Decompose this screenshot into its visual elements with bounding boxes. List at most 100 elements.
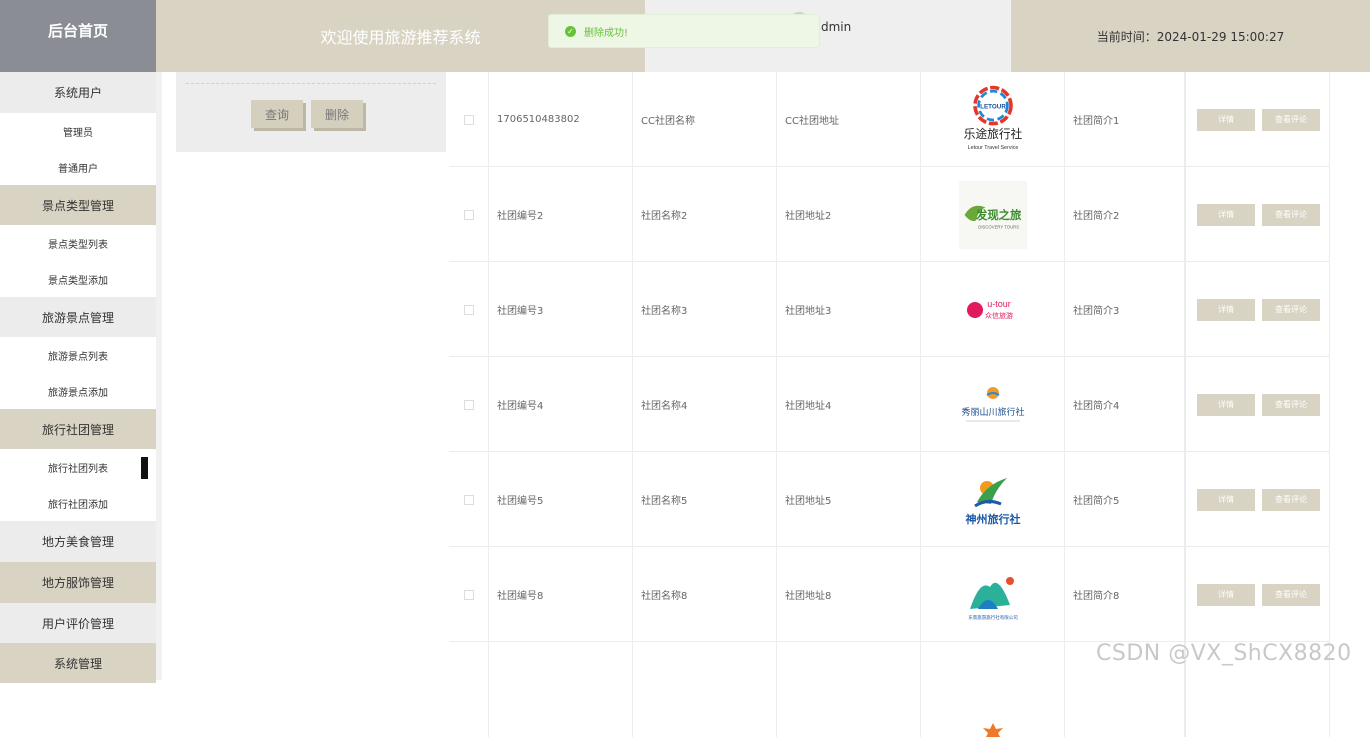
sidebar-scroll-thumb[interactable] bbox=[141, 457, 148, 479]
sidebar-group-local-food[interactable]: 地方美食管理 bbox=[0, 521, 156, 562]
club-name: 社团名称8 bbox=[633, 547, 777, 642]
detail-button[interactable]: 详情 bbox=[1197, 393, 1255, 416]
svg-text:众信旅游: 众信旅游 bbox=[985, 311, 1013, 320]
club-id: 社团编号2 bbox=[489, 167, 633, 262]
view-reviews-button[interactable]: 查看评论 bbox=[1262, 203, 1320, 226]
detail-button[interactable]: 详情 bbox=[1197, 488, 1255, 511]
sidebar-item-attraction-type-add[interactable]: 景点类型添加 bbox=[0, 261, 156, 297]
club-name: CC社团名称 bbox=[633, 72, 777, 167]
row-actions: 详情 查看评论 bbox=[1186, 262, 1330, 357]
row-checkbox[interactable] bbox=[449, 642, 489, 737]
table-row: 1706510483802 CC社团名称 CC社团地址 LETOUR 乐途旅行社… bbox=[449, 72, 1330, 167]
club-desc: 社团简介1 bbox=[1065, 72, 1185, 167]
brand-home-link[interactable]: 后台首页 bbox=[0, 0, 156, 72]
club-desc: 社团简介2 bbox=[1065, 167, 1185, 262]
club-image: 发现之旅 DISCOVERY TOURS bbox=[921, 167, 1065, 262]
toast-message: 删除成功! bbox=[584, 27, 629, 39]
club-address: 社团地址8 bbox=[777, 547, 921, 642]
sidebar-item-attraction-type-list[interactable]: 景点类型列表 bbox=[0, 225, 156, 261]
sidebar-group-local-costume[interactable]: 地方服饰管理 bbox=[0, 562, 156, 603]
check-circle-icon: ✓ bbox=[565, 25, 576, 37]
table-row: 社团编号3 社团名称3 社团地址3 u-tour 众信旅游 社团简介3 详情 查… bbox=[449, 262, 1330, 357]
row-actions: 详情 查看评论 bbox=[1186, 357, 1330, 452]
club-desc: 社团简介4 bbox=[1065, 357, 1185, 452]
club-image bbox=[921, 642, 1065, 737]
query-button[interactable]: 查询 bbox=[251, 100, 303, 128]
svg-text:东景旅游旅行社有限公司: 东景旅游旅行社有限公司 bbox=[968, 614, 1018, 621]
sidebar-group-system-users[interactable]: 系统用户 bbox=[0, 72, 156, 113]
row-checkbox[interactable] bbox=[449, 167, 489, 262]
club-id: 社团编号3 bbox=[489, 262, 633, 357]
row-checkbox[interactable] bbox=[449, 72, 489, 167]
view-reviews-button[interactable]: 查看评论 bbox=[1262, 393, 1320, 416]
mountain-travel-logo: 秀丽山川旅行社 bbox=[957, 369, 1029, 441]
sidebar-group-user-review[interactable]: 用户评价管理 bbox=[0, 603, 156, 643]
view-reviews-button[interactable]: 查看评论 bbox=[1262, 583, 1320, 606]
club-id: 社团编号4 bbox=[489, 357, 633, 452]
sidebar-group-attraction[interactable]: 旅游景点管理 bbox=[0, 297, 156, 337]
discovery-logo: 发现之旅 DISCOVERY TOURS bbox=[957, 179, 1029, 251]
letour-logo: LETOUR 乐途旅行社 Letour Travel Service bbox=[957, 84, 1029, 156]
sidebar-group-attraction-type[interactable]: 景点类型管理 bbox=[0, 185, 156, 225]
sidebar-item-travel-club-list[interactable]: 旅行社团列表 bbox=[0, 449, 156, 485]
success-toast: ✓ 删除成功! bbox=[548, 14, 820, 48]
club-address: 社团地址4 bbox=[777, 357, 921, 452]
row-checkbox[interactable] bbox=[449, 547, 489, 642]
sidebar: 系统用户 管理员 普通用户 景点类型管理 景点类型列表 景点类型添加 旅游景点管… bbox=[0, 72, 156, 683]
club-desc: 社团简介5 bbox=[1065, 452, 1185, 547]
sidebar-group-system-manage[interactable]: 系统管理 bbox=[0, 643, 156, 683]
watermark: CSDN @VX_ShCX8820 bbox=[1096, 641, 1352, 666]
shenzhou-logo: 神州旅行社 bbox=[957, 464, 1029, 536]
view-reviews-button[interactable]: 查看评论 bbox=[1262, 488, 1320, 511]
svg-text:Letour Travel Service: Letour Travel Service bbox=[967, 144, 1018, 150]
view-reviews-button[interactable]: 查看评论 bbox=[1262, 108, 1320, 131]
username: dmin bbox=[821, 20, 852, 34]
sidebar-item-normal-user[interactable]: 普通用户 bbox=[0, 149, 156, 185]
svg-text:LETOUR: LETOUR bbox=[980, 103, 1006, 110]
utour-logo: u-tour 众信旅游 bbox=[957, 274, 1029, 346]
maple-logo bbox=[981, 721, 1005, 737]
club-id: 社团编号8 bbox=[489, 547, 633, 642]
club-image: 东景旅游旅行社有限公司 bbox=[921, 547, 1065, 642]
club-name: 社团名称2 bbox=[633, 167, 777, 262]
divider bbox=[186, 83, 436, 84]
hills-logo: 东景旅游旅行社有限公司 bbox=[957, 559, 1029, 631]
row-checkbox[interactable] bbox=[449, 357, 489, 452]
sidebar-item-attraction-list[interactable]: 旅游景点列表 bbox=[0, 337, 156, 373]
club-id bbox=[489, 642, 633, 737]
sidebar-item-attraction-add[interactable]: 旅游景点添加 bbox=[0, 373, 156, 409]
row-actions: 详情 查看评论 bbox=[1186, 547, 1330, 642]
svg-text:秀丽山川旅行社: 秀丽山川旅行社 bbox=[961, 406, 1024, 418]
row-checkbox[interactable] bbox=[449, 452, 489, 547]
svg-text:神州旅行社: 神州旅行社 bbox=[965, 512, 1020, 526]
club-desc: 社团简介8 bbox=[1065, 547, 1185, 642]
row-checkbox[interactable] bbox=[449, 262, 489, 357]
current-time: 当前时间：2024-01-29 15:00:27 bbox=[1011, 0, 1370, 72]
club-id: 1706510483802 bbox=[489, 72, 633, 167]
search-panel: 查询 删除 bbox=[176, 72, 446, 152]
club-desc: 社团简介3 bbox=[1065, 262, 1185, 357]
svg-text:发现之旅: 发现之旅 bbox=[974, 207, 1021, 221]
sidebar-group-travel-club[interactable]: 旅行社团管理 bbox=[0, 409, 156, 449]
club-id: 社团编号5 bbox=[489, 452, 633, 547]
detail-button[interactable]: 详情 bbox=[1197, 203, 1255, 226]
club-name bbox=[633, 642, 777, 737]
row-actions: 详情 查看评论 bbox=[1186, 452, 1330, 547]
svg-text:u-tour: u-tour bbox=[987, 299, 1011, 309]
table-row: 社团编号4 社团名称4 社团地址4 秀丽山川旅行社 社团简介4 详情 查看评论 bbox=[449, 357, 1330, 452]
delete-button[interactable]: 删除 bbox=[311, 100, 363, 128]
club-address: CC社团地址 bbox=[777, 72, 921, 167]
sidebar-item-travel-club-add[interactable]: 旅行社团添加 bbox=[0, 485, 156, 521]
detail-button[interactable]: 详情 bbox=[1197, 583, 1255, 606]
club-address bbox=[777, 642, 921, 737]
svg-text:DISCOVERY TOURS: DISCOVERY TOURS bbox=[978, 224, 1019, 229]
sidebar-item-admin[interactable]: 管理员 bbox=[0, 113, 156, 149]
club-image: 神州旅行社 bbox=[921, 452, 1065, 547]
sidebar-scrollbar[interactable] bbox=[156, 72, 162, 680]
view-reviews-button[interactable]: 查看评论 bbox=[1262, 298, 1320, 321]
club-name: 社团名称5 bbox=[633, 452, 777, 547]
table-row: 社团编号5 社团名称5 社团地址5 神州旅行社 社团简介5 详情 查看评论 bbox=[449, 452, 1330, 547]
detail-button[interactable]: 详情 bbox=[1197, 108, 1255, 131]
club-name: 社团名称4 bbox=[633, 357, 777, 452]
detail-button[interactable]: 详情 bbox=[1197, 298, 1255, 321]
